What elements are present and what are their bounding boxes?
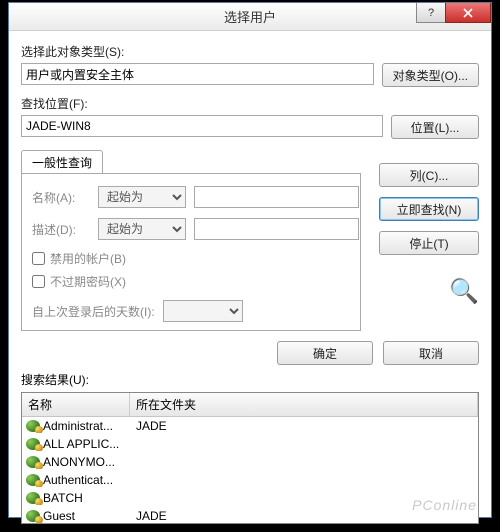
search-icon: 🔍 bbox=[379, 277, 479, 306]
name-op-select[interactable]: 起始为 bbox=[98, 186, 186, 208]
tab-common-queries[interactable]: 一般性查询 bbox=[21, 150, 103, 174]
row-folder: JADE bbox=[130, 419, 478, 433]
row-name: ALL APPLIC... bbox=[43, 437, 119, 451]
row-name: Administrat... bbox=[43, 419, 113, 433]
last-login-select[interactable] bbox=[163, 300, 243, 322]
user-icon bbox=[26, 492, 40, 504]
results-list[interactable]: 名称 所在文件夹 Administrat... JADE ALL APPLIC...… bbox=[21, 392, 479, 524]
name-label: 名称(A): bbox=[32, 189, 90, 206]
user-icon bbox=[26, 456, 40, 468]
object-types-field[interactable] bbox=[21, 63, 374, 85]
row-folder: JADE bbox=[130, 509, 478, 523]
close-button[interactable] bbox=[445, 3, 491, 23]
locations-button[interactable]: 位置(L)... bbox=[391, 115, 479, 139]
look-in-label: 查找位置(F): bbox=[21, 95, 479, 112]
list-item[interactable]: Guest JADE bbox=[22, 507, 478, 524]
object-types-label: 选择此对象类型(S): bbox=[21, 43, 479, 60]
col-name[interactable]: 名称 bbox=[22, 393, 130, 416]
row-name: Authenticat... bbox=[43, 473, 113, 487]
name-input[interactable] bbox=[194, 186, 359, 208]
row-name: Guest bbox=[43, 509, 75, 523]
ok-button[interactable]: 确定 bbox=[277, 341, 373, 365]
object-types-button[interactable]: 对象类型(O)... bbox=[382, 63, 479, 87]
desc-label: 描述(D): bbox=[32, 221, 90, 238]
row-name: ANONYMO... bbox=[43, 455, 115, 469]
list-item[interactable]: BATCH bbox=[22, 489, 478, 507]
user-icon bbox=[26, 510, 40, 522]
list-item[interactable]: ANONYMO... bbox=[22, 453, 478, 471]
titlebar: 选择用户 ? bbox=[9, 3, 491, 31]
stop-button[interactable]: 停止(T) bbox=[379, 231, 479, 255]
list-item[interactable]: Administrat... JADE bbox=[22, 417, 478, 435]
row-name: BATCH bbox=[43, 491, 83, 505]
non-expiring-password-checkbox[interactable]: 不过期密码(X) bbox=[32, 273, 348, 290]
close-icon bbox=[463, 8, 473, 18]
desc-input[interactable] bbox=[194, 218, 359, 240]
user-icon bbox=[26, 474, 40, 486]
results-header: 名称 所在文件夹 bbox=[22, 393, 478, 417]
columns-button[interactable]: 列(C)... bbox=[379, 163, 479, 187]
col-folder[interactable]: 所在文件夹 bbox=[130, 393, 478, 416]
user-icon bbox=[26, 420, 40, 432]
find-now-button[interactable]: 立即查找(N) bbox=[379, 197, 479, 221]
last-login-label: 自上次登录后的天数(I): bbox=[32, 303, 155, 320]
look-in-field[interactable] bbox=[21, 115, 383, 137]
list-item[interactable]: Authenticat... bbox=[22, 471, 478, 489]
results-label: 搜索结果(U): bbox=[21, 371, 479, 388]
cancel-button[interactable]: 取消 bbox=[383, 341, 479, 365]
list-item[interactable]: ALL APPLIC... bbox=[22, 435, 478, 453]
select-users-dialog: 选择用户 ? 选择此对象类型(S): 对象类型(O)... 查找位置(F): 位… bbox=[8, 2, 492, 518]
desc-op-select[interactable]: 起始为 bbox=[98, 218, 186, 240]
help-button[interactable]: ? bbox=[416, 3, 446, 23]
disabled-accounts-checkbox[interactable]: 禁用的帐户(B) bbox=[32, 250, 348, 267]
user-icon bbox=[26, 438, 40, 450]
